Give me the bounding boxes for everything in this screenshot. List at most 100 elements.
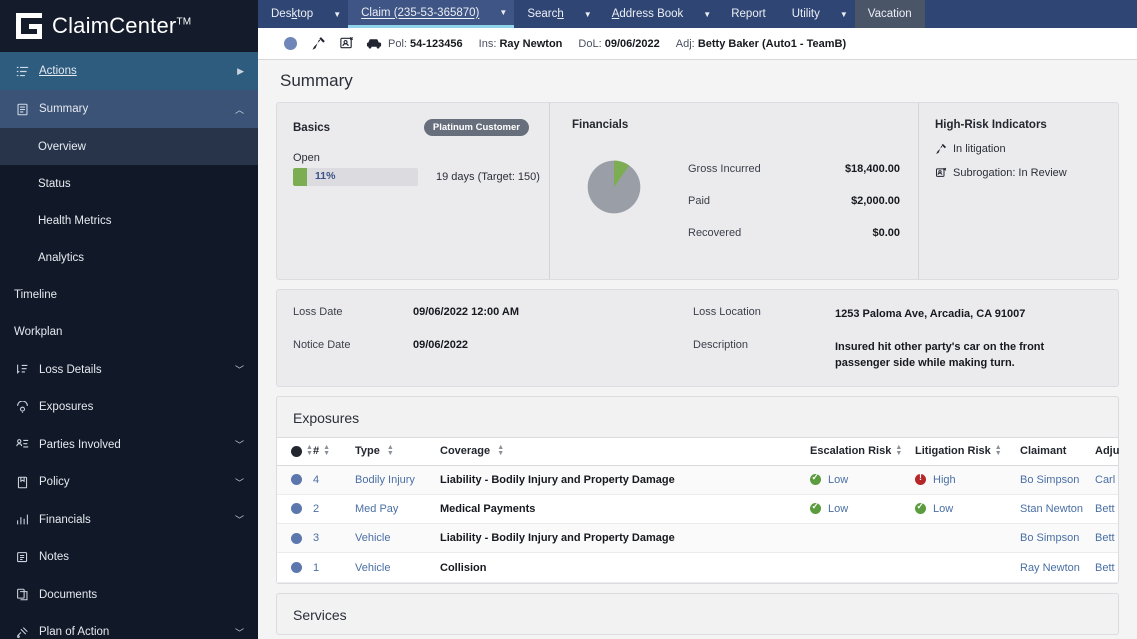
column-label: Claimant (1020, 445, 1066, 457)
claim-field-key: Ins: (479, 38, 497, 50)
financial-value: $0.00 (872, 227, 900, 239)
claim-progress-percent: 11% (315, 170, 335, 182)
nav-tab-utility[interactable]: Utility (779, 0, 833, 28)
row-type[interactable]: Vehicle (355, 562, 440, 574)
gavel-icon[interactable] (304, 36, 332, 51)
sidebar-item-policy[interactable]: Policy ﹀ (0, 464, 258, 502)
row-adjuster[interactable]: Bett (1095, 503, 1118, 515)
sidebar-item-documents[interactable]: Documents (0, 576, 258, 614)
sidebar-item-parties-involved[interactable]: Parties Involved ﹀ (0, 426, 258, 464)
main-area: Desktop ▼ Claim (235-53-365870) ▼ Search… (258, 0, 1137, 639)
nav-tab-vacation[interactable]: Vacation (855, 0, 925, 28)
status-dot-icon (291, 474, 302, 485)
row-claimant[interactable]: Stan Newton (1020, 503, 1095, 515)
sidebar-item-notes[interactable]: Notes (0, 539, 258, 577)
column-header-escalation-risk[interactable]: Escalation Risk ▲▼ (810, 445, 915, 457)
claim-progress-bar: 11% (293, 168, 418, 186)
financial-value: $2,000.00 (851, 195, 900, 207)
sidebar-item-label: Summary (39, 103, 229, 115)
column-label: Litigation Risk (915, 445, 991, 457)
row-adjuster[interactable]: Carl (1095, 474, 1118, 486)
column-header-type[interactable]: Type ▲▼ (355, 445, 440, 457)
nav-tab-search[interactable]: Search (514, 0, 576, 28)
row-claimant[interactable]: Bo Simpson (1020, 474, 1095, 486)
nav-tab-claim-caret[interactable]: ▼ (492, 0, 514, 28)
sidebar-subitem-status[interactable]: Status (0, 165, 258, 202)
platinum-customer-badge: Platinum Customer (424, 119, 529, 136)
sidebar-item-loss-details[interactable]: Loss Details ﹀ (0, 351, 258, 389)
column-header-litigation-risk[interactable]: Litigation Risk ▲▼ (915, 445, 1020, 457)
financial-row-gross-incurred: Gross Incurred $18,400.00 (688, 153, 900, 185)
nav-tab-label: Vacation (868, 8, 912, 20)
row-escalation-risk: Low (810, 474, 915, 486)
nav-tab-utility-caret[interactable]: ▼ (833, 0, 855, 28)
financials-panel: Financials Gross Incurred $18,400.00 (549, 103, 918, 279)
nav-tab-search-caret[interactable]: ▼ (577, 0, 599, 28)
risk-indicator-subrogation: Subrogation: In Review (935, 167, 1104, 179)
row-adjuster[interactable]: Bett (1095, 532, 1118, 544)
brand-name: ClaimCenterTM (52, 13, 191, 39)
basics-panel: Basics Platinum Customer Open 11% 19 day… (277, 103, 549, 279)
sidebar-item-timeline[interactable]: Timeline (0, 276, 258, 314)
gavel-icon (935, 143, 953, 155)
nav-tab-address-book-caret[interactable]: ▼ (696, 0, 718, 28)
sidebar-subitem-analytics[interactable]: Analytics (0, 239, 258, 276)
financial-label: Paid (688, 195, 710, 207)
row-number: 4 (313, 474, 355, 486)
trademark-mark: TM (176, 17, 191, 28)
subrogation-icon[interactable] (332, 36, 360, 51)
row-number: 3 (313, 532, 355, 544)
column-label: Coverage (440, 445, 490, 457)
table-row[interactable]: 2 Med Pay Medical Payments Low Low Stan … (277, 495, 1118, 524)
row-status-dot (277, 503, 313, 514)
row-coverage: Medical Payments (440, 503, 810, 515)
claim-field-key: DoL: (578, 38, 601, 50)
nav-tab-report[interactable]: Report (718, 0, 779, 28)
column-header-number[interactable]: # ▲▼ (313, 445, 355, 457)
sidebar-item-summary[interactable]: Summary ︿ (0, 90, 258, 128)
row-type[interactable]: Bodily Injury (355, 474, 440, 486)
column-header-adjuster[interactable]: Adju (1095, 445, 1119, 457)
chevron-down-icon: ﹀ (235, 438, 244, 451)
nav-tab-address-book[interactable]: Address Book (599, 0, 697, 28)
row-litigation-risk: Low (915, 503, 1020, 515)
risk-indicator-label: In litigation (953, 143, 1006, 155)
sidebar-item-plan-of-action[interactable]: Plan of Action ﹀ (0, 614, 258, 639)
status-dot-icon (291, 533, 302, 544)
chevron-down-icon: ﹀ (235, 476, 244, 489)
column-header-status[interactable]: ▲▼ (277, 445, 313, 457)
sidebar-item-workplan[interactable]: Workplan (0, 314, 258, 352)
sidebar-item-actions[interactable]: Actions ▶ (0, 52, 258, 90)
table-row[interactable]: 3 Vehicle Liability - Bodily Injury and … (277, 524, 1118, 553)
financial-label: Recovered (688, 227, 741, 239)
claim-field-value: 54-123456 (410, 38, 463, 50)
sidebar-item-financials[interactable]: Financials ﹀ (0, 501, 258, 539)
row-type[interactable]: Vehicle (355, 532, 440, 544)
detail-label: Loss Date (293, 306, 413, 323)
row-claimant[interactable]: Bo Simpson (1020, 532, 1095, 544)
services-card: Services (276, 593, 1119, 635)
nav-tab-desktop-caret[interactable]: ▼ (326, 0, 348, 28)
content-scroll-area[interactable]: Basics Platinum Customer Open 11% 19 day… (258, 102, 1137, 639)
sidebar-item-label: Documents (39, 589, 244, 601)
row-adjuster[interactable]: Bett (1095, 562, 1118, 574)
sidebar-subitem-health-metrics[interactable]: Health Metrics (0, 202, 258, 239)
column-header-coverage[interactable]: Coverage ▲▼ (440, 445, 810, 457)
row-coverage: Liability - Bodily Injury and Property D… (440, 532, 810, 544)
loss-details-card: Loss Date 09/06/2022 12:00 AM Loss Locat… (276, 289, 1119, 387)
nav-tab-desktop[interactable]: Desktop (258, 0, 326, 28)
row-type[interactable]: Med Pay (355, 503, 440, 515)
column-header-claimant[interactable]: Claimant (1020, 445, 1095, 457)
row-claimant[interactable]: Ray Newton (1020, 562, 1095, 574)
sidebar-subitem-overview[interactable]: Overview (0, 128, 258, 165)
brand-logo[interactable]: ClaimCenterTM (0, 0, 258, 52)
risk-high-icon (915, 474, 933, 485)
table-row[interactable]: 1 Vehicle Collision Ray Newton Bett (277, 553, 1118, 582)
sidebar-item-exposures[interactable]: Exposures (0, 389, 258, 427)
vehicle-icon[interactable] (360, 36, 388, 51)
nav-tab-claim[interactable]: Claim (235-53-365870) (348, 0, 492, 28)
detail-value: 09/06/2022 12:00 AM (413, 306, 693, 323)
plan-of-action-icon (14, 626, 30, 639)
top-navigation-bar: Desktop ▼ Claim (235-53-365870) ▼ Search… (258, 0, 1137, 28)
table-row[interactable]: 4 Bodily Injury Liability - Bodily Injur… (277, 466, 1118, 495)
